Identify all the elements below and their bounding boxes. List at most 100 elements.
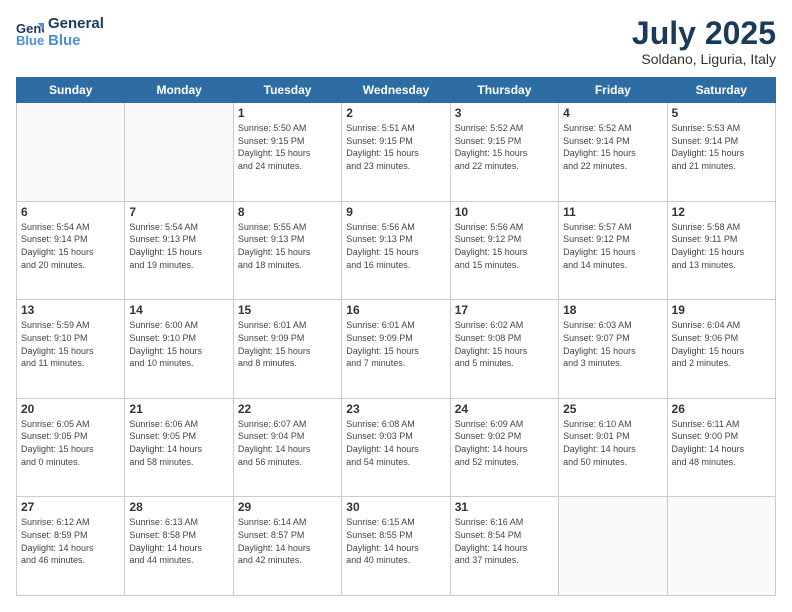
day-info: Sunrise: 6:11 AM Sunset: 9:00 PM Dayligh…	[672, 418, 771, 468]
header: General Blue General Blue July 2025 Sold…	[16, 16, 776, 67]
logo-icon: General Blue	[16, 19, 44, 47]
calendar-cell: 18Sunrise: 6:03 AM Sunset: 9:07 PM Dayli…	[559, 300, 667, 399]
page: General Blue General Blue July 2025 Sold…	[0, 0, 792, 612]
day-number: 24	[455, 402, 554, 416]
calendar-cell	[559, 497, 667, 596]
day-info: Sunrise: 5:55 AM Sunset: 9:13 PM Dayligh…	[238, 221, 337, 271]
day-info: Sunrise: 6:06 AM Sunset: 9:05 PM Dayligh…	[129, 418, 228, 468]
day-info: Sunrise: 6:16 AM Sunset: 8:54 PM Dayligh…	[455, 516, 554, 566]
day-number: 19	[672, 303, 771, 317]
day-number: 28	[129, 500, 228, 514]
day-number: 14	[129, 303, 228, 317]
calendar-cell: 31 Sunrise: 6:16 AM Sunset: 8:54 PM Dayli…	[450, 497, 558, 596]
calendar-cell	[17, 103, 125, 202]
day-number: 21	[129, 402, 228, 416]
day-info: Sunrise: 6:02 AM Sunset: 9:08 PM Dayligh…	[455, 319, 554, 369]
day-info: Sunrise: 6:00 AM Sunset: 9:10 PM Dayligh…	[129, 319, 228, 369]
day-number: 27	[21, 500, 120, 514]
week-row-2: 13 Sunrise: 5:59 AM Sunset: 9:10 PM Dayli…	[17, 300, 776, 399]
day-number: 12	[672, 205, 771, 219]
day-number: 26	[672, 402, 771, 416]
day-number: 2	[346, 106, 445, 120]
day-info: Sunrise: 6:07 AM Sunset: 9:04 PM Dayligh…	[238, 418, 337, 468]
day-number: 15	[238, 303, 337, 317]
day-header-tuesday: Tuesday	[233, 78, 341, 103]
calendar-cell: 9Sunrise: 5:56 AM Sunset: 9:13 PM Daylig…	[342, 201, 450, 300]
calendar-header-row: SundayMondayTuesdayWednesdayThursdayFrid…	[17, 78, 776, 103]
calendar-cell: 15 Sunrise: 6:01 AM Sunset: 9:09 PM Dayli…	[233, 300, 341, 399]
day-number: 7	[129, 205, 228, 219]
calendar-cell	[125, 103, 233, 202]
calendar-cell: 7 Sunrise: 5:54 AM Sunset: 9:13 PM Daylig…	[125, 201, 233, 300]
day-number: 11	[563, 205, 662, 219]
calendar-cell: 11 Sunrise: 5:57 AM Sunset: 9:12 PM Dayli…	[559, 201, 667, 300]
day-number: 3	[455, 106, 554, 120]
day-info: Sunrise: 6:14 AM Sunset: 8:57 PM Dayligh…	[238, 516, 337, 566]
day-number: 29	[238, 500, 337, 514]
calendar-cell: 26 Sunrise: 6:11 AM Sunset: 9:00 PM Dayli…	[667, 398, 775, 497]
calendar-cell: 17Sunrise: 6:02 AM Sunset: 9:08 PM Dayli…	[450, 300, 558, 399]
day-info: Sunrise: 5:54 AM Sunset: 9:13 PM Dayligh…	[129, 221, 228, 271]
calendar-cell: 30Sunrise: 6:15 AM Sunset: 8:55 PM Dayli…	[342, 497, 450, 596]
week-row-3: 20Sunrise: 6:05 AM Sunset: 9:05 PM Dayli…	[17, 398, 776, 497]
day-number: 5	[672, 106, 771, 120]
day-number: 13	[21, 303, 120, 317]
day-number: 31	[455, 500, 554, 514]
day-number: 23	[346, 402, 445, 416]
calendar-cell: 6Sunrise: 5:54 AM Sunset: 9:14 PM Daylig…	[17, 201, 125, 300]
day-info: Sunrise: 6:01 AM Sunset: 9:09 PM Dayligh…	[238, 319, 337, 369]
calendar-cell: 20Sunrise: 6:05 AM Sunset: 9:05 PM Dayli…	[17, 398, 125, 497]
calendar-cell: 13 Sunrise: 5:59 AM Sunset: 9:10 PM Dayli…	[17, 300, 125, 399]
day-number: 8	[238, 205, 337, 219]
logo-general: General	[48, 16, 104, 33]
calendar-cell: 19 Sunrise: 6:04 AM Sunset: 9:06 PM Dayli…	[667, 300, 775, 399]
calendar-cell: 29 Sunrise: 6:14 AM Sunset: 8:57 PM Dayli…	[233, 497, 341, 596]
week-row-0: 1Sunrise: 5:50 AM Sunset: 9:15 PM Daylig…	[17, 103, 776, 202]
day-info: Sunrise: 5:56 AM Sunset: 9:12 PM Dayligh…	[455, 221, 554, 271]
day-number: 6	[21, 205, 120, 219]
day-header-monday: Monday	[125, 78, 233, 103]
calendar-cell	[667, 497, 775, 596]
day-header-wednesday: Wednesday	[342, 78, 450, 103]
title-block: July 2025 Soldano, Liguria, Italy	[632, 16, 776, 67]
logo: General Blue General Blue	[16, 16, 104, 49]
day-number: 22	[238, 402, 337, 416]
day-number: 9	[346, 205, 445, 219]
day-info: Sunrise: 5:50 AM Sunset: 9:15 PM Dayligh…	[238, 122, 337, 172]
day-header-friday: Friday	[559, 78, 667, 103]
calendar-cell: 21 Sunrise: 6:06 AM Sunset: 9:05 PM Dayli…	[125, 398, 233, 497]
day-info: Sunrise: 5:59 AM Sunset: 9:10 PM Dayligh…	[21, 319, 120, 369]
day-info: Sunrise: 5:57 AM Sunset: 9:12 PM Dayligh…	[563, 221, 662, 271]
day-info: Sunrise: 5:51 AM Sunset: 9:15 PM Dayligh…	[346, 122, 445, 172]
location: Soldano, Liguria, Italy	[632, 51, 776, 67]
day-header-thursday: Thursday	[450, 78, 558, 103]
day-number: 16	[346, 303, 445, 317]
day-number: 10	[455, 205, 554, 219]
calendar-cell: 28 Sunrise: 6:13 AM Sunset: 8:58 PM Dayli…	[125, 497, 233, 596]
logo-blue: Blue	[48, 33, 104, 50]
calendar-cell: 23 Sunrise: 6:08 AM Sunset: 9:03 PM Dayli…	[342, 398, 450, 497]
calendar-cell: 16Sunrise: 6:01 AM Sunset: 9:09 PM Dayli…	[342, 300, 450, 399]
day-header-sunday: Sunday	[17, 78, 125, 103]
day-info: Sunrise: 6:10 AM Sunset: 9:01 PM Dayligh…	[563, 418, 662, 468]
day-info: Sunrise: 6:13 AM Sunset: 8:58 PM Dayligh…	[129, 516, 228, 566]
day-number: 4	[563, 106, 662, 120]
day-info: Sunrise: 6:04 AM Sunset: 9:06 PM Dayligh…	[672, 319, 771, 369]
day-info: Sunrise: 5:52 AM Sunset: 9:14 PM Dayligh…	[563, 122, 662, 172]
day-number: 20	[21, 402, 120, 416]
day-info: Sunrise: 6:15 AM Sunset: 8:55 PM Dayligh…	[346, 516, 445, 566]
day-header-saturday: Saturday	[667, 78, 775, 103]
calendar-cell: 24Sunrise: 6:09 AM Sunset: 9:02 PM Dayli…	[450, 398, 558, 497]
day-info: Sunrise: 5:52 AM Sunset: 9:15 PM Dayligh…	[455, 122, 554, 172]
week-row-1: 6Sunrise: 5:54 AM Sunset: 9:14 PM Daylig…	[17, 201, 776, 300]
day-info: Sunrise: 6:08 AM Sunset: 9:03 PM Dayligh…	[346, 418, 445, 468]
calendar-cell: 4 Sunrise: 5:52 AM Sunset: 9:14 PM Daylig…	[559, 103, 667, 202]
calendar-cell: 10 Sunrise: 5:56 AM Sunset: 9:12 PM Dayli…	[450, 201, 558, 300]
calendar-cell: 25Sunrise: 6:10 AM Sunset: 9:01 PM Dayli…	[559, 398, 667, 497]
calendar-cell: 5 Sunrise: 5:53 AM Sunset: 9:14 PM Daylig…	[667, 103, 775, 202]
day-number: 18	[563, 303, 662, 317]
month-title: July 2025	[632, 16, 776, 51]
day-info: Sunrise: 5:53 AM Sunset: 9:14 PM Dayligh…	[672, 122, 771, 172]
calendar-cell: 1Sunrise: 5:50 AM Sunset: 9:15 PM Daylig…	[233, 103, 341, 202]
svg-text:Blue: Blue	[16, 33, 44, 47]
